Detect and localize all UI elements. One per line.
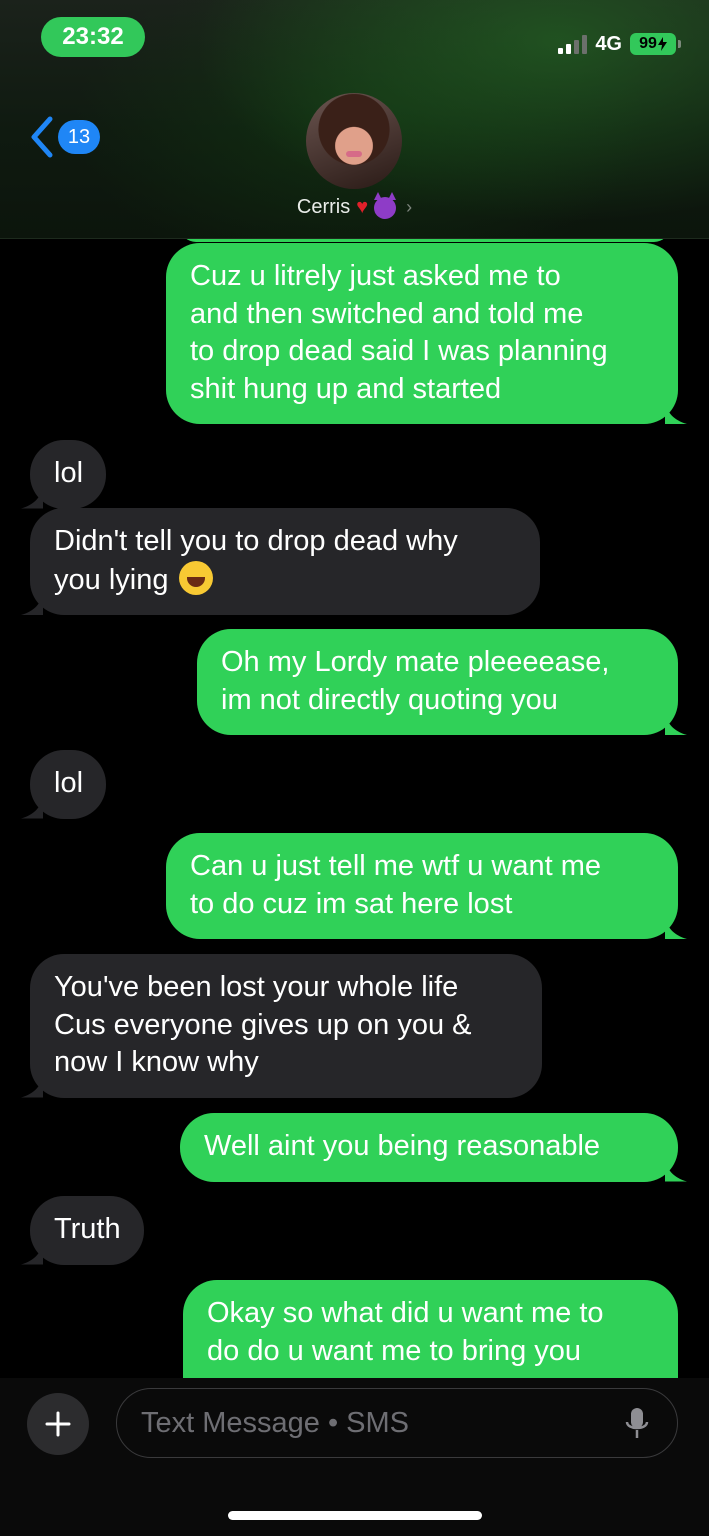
contact-avatar[interactable] <box>306 93 402 189</box>
composer-bar <box>0 1378 709 1536</box>
message-line: lol <box>54 457 84 489</box>
contact-name: Cerris <box>296 196 351 218</box>
message-line: You've been lost your whole life <box>54 971 459 1003</box>
message-line: Cuz u litrely just asked me to <box>190 260 561 292</box>
home-indicator <box>228 1511 482 1520</box>
message-line: now I know why <box>54 1046 259 1078</box>
message-line: Can u just tell me wtf u want me <box>190 850 601 882</box>
avatar-detail <box>346 151 362 157</box>
unread-count-badge: 13 <box>58 120 100 154</box>
message-bubble-incoming[interactable]: You've been lost your whole life Cus eve… <box>30 954 542 1098</box>
microphone-icon[interactable] <box>625 1406 649 1442</box>
battery-icon: 99 <box>630 33 676 55</box>
message-line: to drop dead said I was planning <box>190 335 608 367</box>
message-line: to do cuz im sat here lost <box>190 887 513 920</box>
message-line: Well aint you being reasonable <box>204 1130 601 1162</box>
message-input[interactable] <box>116 1388 678 1458</box>
message-line: Okay so what did u want me to <box>207 1297 604 1329</box>
message-line: you lying <box>54 563 169 596</box>
red-heart-icon: ♥ <box>356 196 369 218</box>
charging-bolt-icon <box>657 37 667 51</box>
message-bubble-incoming[interactable]: lol <box>30 750 107 819</box>
message-line: Oh my Lordy mate pleeeease, <box>221 646 610 678</box>
message-bubble-outgoing[interactable]: Well aint you being reasonable <box>180 1113 678 1182</box>
battery-level: 99 <box>639 35 657 52</box>
message-bubble-incoming[interactable]: lol <box>30 440 107 509</box>
message-line: Didn't tell you to drop dead why <box>54 525 458 557</box>
status-indicators: 4G 99 <box>558 28 681 60</box>
smiling-devil-icon <box>374 191 397 219</box>
contact-name-button[interactable]: Cerris ♥ › <box>0 191 709 219</box>
status-time: 23:32 <box>41 17 145 57</box>
message-line: Truth <box>54 1213 121 1245</box>
message-line: do do u want me to bring you <box>207 1334 582 1367</box>
chevron-right-icon: › <box>406 197 413 217</box>
message-bubble-outgoing[interactable]: Cuz u litrely just asked me to and then … <box>166 243 678 424</box>
message-bubble-incoming[interactable]: Didn't tell you to drop dead why you lyi… <box>30 508 540 615</box>
message-line: and then switched and told me <box>190 297 584 330</box>
message-line: lol <box>54 767 84 799</box>
battery-nub <box>678 40 681 48</box>
chevron-left-icon <box>31 116 53 158</box>
message-bubble-outgoing[interactable]: Okay so what did u want me to do do u wa… <box>183 1280 678 1378</box>
message-bubble-outgoing[interactable]: Oh my Lordy mate pleeeease, im not direc… <box>197 629 678 735</box>
cellular-signal-icon <box>558 34 588 54</box>
add-attachment-button[interactable] <box>27 1393 89 1455</box>
message-line: shit hung up and started <box>190 372 502 405</box>
plus-icon <box>45 1411 71 1437</box>
message-bubble-incoming[interactable]: Truth <box>30 1196 144 1265</box>
message-bubble-outgoing[interactable]: Can u just tell me wtf u want me to do c… <box>166 833 678 939</box>
conversation-header: 23:32 4G 99 13 Cerris ♥ › <box>0 0 709 239</box>
message-line: Cus everyone gives up on you & <box>54 1008 472 1041</box>
tears-of-joy-icon <box>178 560 213 595</box>
message-line: im not directly quoting you <box>221 683 558 716</box>
network-type: 4G <box>595 32 622 55</box>
back-button[interactable]: 13 <box>30 116 100 158</box>
